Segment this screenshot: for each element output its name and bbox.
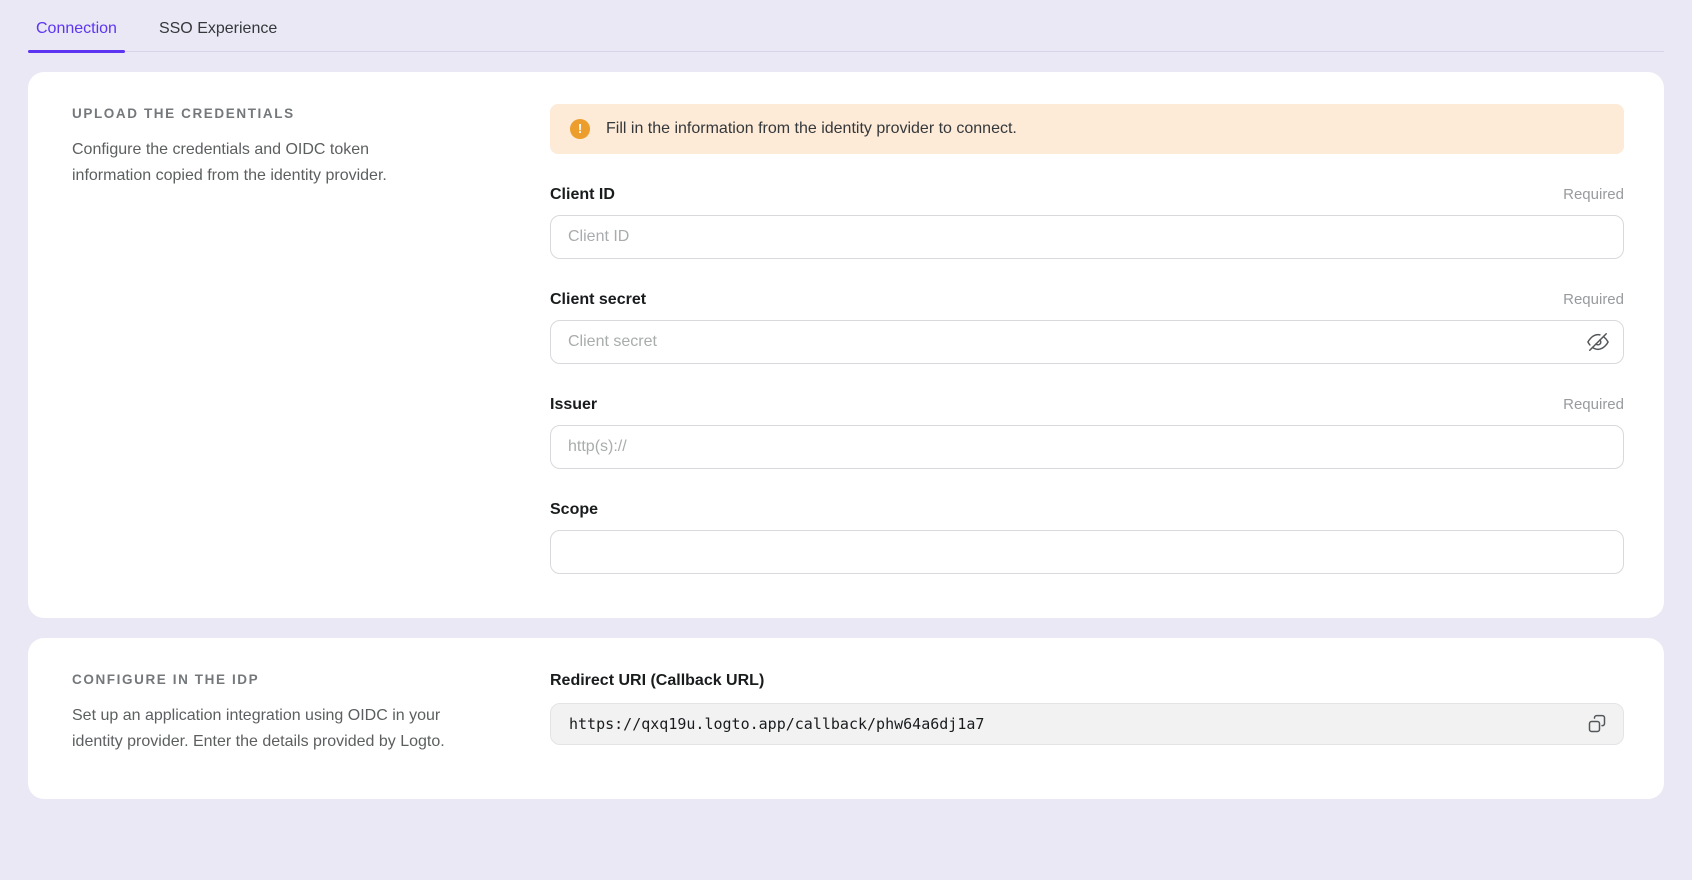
client-secret-field: Client secret Required [550, 291, 1624, 364]
field-header: Issuer Required [550, 396, 1624, 414]
field-header: Client secret Required [550, 291, 1624, 309]
required-badge: Required [1563, 186, 1624, 203]
input-wrapper [550, 215, 1624, 259]
section-title: UPLOAD THE CREDENTIALS [72, 106, 490, 121]
upload-credentials-card: UPLOAD THE CREDENTIALS Configure the cre… [28, 72, 1664, 618]
input-wrapper [550, 530, 1624, 574]
credentials-card-intro: UPLOAD THE CREDENTIALS Configure the cre… [72, 104, 550, 574]
client-secret-input[interactable] [550, 320, 1624, 364]
idp-form: Redirect URI (Callback URL) https://qxq1… [550, 670, 1624, 755]
tab-bar: Connection SSO Experience [28, 0, 1664, 52]
info-alert-banner: ! Fill in the information from the ident… [550, 104, 1624, 154]
scope-label: Scope [550, 501, 598, 519]
redirect-uri-copy-box: https://qxq19u.logto.app/callback/phw64a… [550, 703, 1624, 745]
eye-off-icon [1587, 331, 1609, 353]
client-secret-label: Client secret [550, 291, 646, 309]
credentials-form: ! Fill in the information from the ident… [550, 104, 1624, 574]
scope-field: Scope [550, 501, 1624, 574]
scope-input[interactable] [550, 530, 1624, 574]
alert-text: Fill in the information from the identit… [606, 120, 1017, 138]
redirect-uri-value: https://qxq19u.logto.app/callback/phw64a… [569, 715, 1583, 733]
field-header: Client ID Required [550, 186, 1624, 204]
configure-idp-card: CONFIGURE IN THE IDP Set up an applicati… [28, 638, 1664, 799]
issuer-label: Issuer [550, 396, 597, 414]
idp-card-intro: CONFIGURE IN THE IDP Set up an applicati… [72, 670, 550, 755]
issuer-input[interactable] [550, 425, 1624, 469]
alert-circle-icon: ! [570, 119, 590, 139]
copy-button[interactable] [1583, 710, 1611, 738]
required-badge: Required [1563, 291, 1624, 308]
client-id-field: Client ID Required [550, 186, 1624, 259]
tab-connection[interactable]: Connection [28, 12, 125, 51]
required-badge: Required [1563, 396, 1624, 413]
section-description: Set up an application integration using … [72, 703, 452, 755]
copy-icon [1587, 714, 1607, 734]
redirect-uri-label: Redirect URI (Callback URL) [550, 672, 1624, 690]
section-description: Configure the credentials and OIDC token… [72, 137, 452, 189]
input-wrapper [550, 425, 1624, 469]
field-header: Scope [550, 501, 1624, 519]
toggle-secret-visibility-button[interactable] [1585, 329, 1611, 355]
client-id-label: Client ID [550, 186, 615, 204]
section-title: CONFIGURE IN THE IDP [72, 672, 490, 687]
client-id-input[interactable] [550, 215, 1624, 259]
tab-sso-experience[interactable]: SSO Experience [151, 12, 285, 51]
issuer-field: Issuer Required [550, 396, 1624, 469]
input-wrapper [550, 320, 1624, 364]
